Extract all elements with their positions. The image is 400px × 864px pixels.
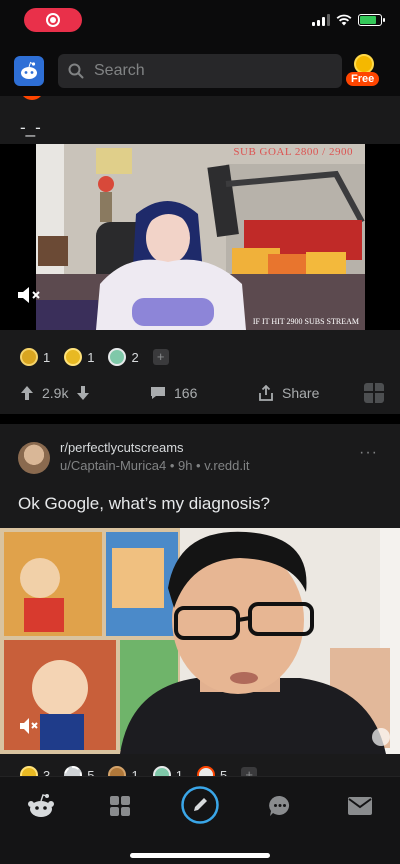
gold-award-icon xyxy=(64,348,83,366)
add-award-button[interactable]: + xyxy=(152,349,169,365)
silver-award-icon xyxy=(20,348,38,366)
snoo-icon xyxy=(21,61,37,79)
award-count: 1 xyxy=(175,767,183,777)
add-award-button[interactable]: + xyxy=(241,767,258,776)
free-coins-button[interactable]: Free xyxy=(346,52,382,88)
score: 2.9k xyxy=(42,385,69,401)
award-count: 5 xyxy=(87,767,95,777)
pencil-icon xyxy=(181,786,219,824)
post-card[interactable]: -_- SUB GOAL 2800 / 2900 IF IT HIT 2900 … xyxy=(0,96,400,414)
home-feed[interactable]: -_- SUB GOAL 2800 / 2900 IF IT HIT 2900 … xyxy=(0,96,400,776)
award[interactable]: 5 xyxy=(64,766,94,776)
video-scene xyxy=(0,528,400,754)
share-button[interactable]: Share xyxy=(258,385,319,401)
video-overlay-top: SUB GOAL 2800 / 2900 xyxy=(233,146,353,158)
mail-icon xyxy=(348,797,372,815)
mute-button[interactable] xyxy=(16,284,42,306)
subreddit-avatar[interactable] xyxy=(18,442,50,474)
comments-button[interactable]: 166 xyxy=(150,385,197,401)
bottom-tab-bar xyxy=(0,776,400,864)
video-overlay-bottom: IF IT HIT 2900 SUBS STREAM xyxy=(252,317,359,326)
subreddit-name[interactable]: r/perfectlycutscreams xyxy=(60,440,184,455)
video-frame[interactable]: SUB GOAL 2800 / 2900 IF IT HIT 2900 SUBS… xyxy=(36,144,365,330)
post-title[interactable]: Ok Google, what’s my diagnosis? xyxy=(18,494,270,514)
award[interactable]: 1 xyxy=(20,348,50,366)
burst-award-icon xyxy=(64,766,83,776)
signal-icon xyxy=(312,14,330,26)
wifi-icon xyxy=(336,14,352,26)
status-bar xyxy=(0,0,400,44)
video-scene xyxy=(36,144,365,330)
award[interactable]: 1 xyxy=(152,766,183,777)
award-count: 5 xyxy=(219,767,228,777)
free-badge: Free xyxy=(346,72,380,86)
post-separator xyxy=(0,414,400,424)
search-placeholder: Search xyxy=(94,62,145,79)
share-label: Share xyxy=(282,385,320,401)
post-header-cut xyxy=(20,96,54,100)
video-player[interactable] xyxy=(0,528,400,754)
award[interactable]: 2 xyxy=(108,348,139,366)
video-player[interactable]: SUB GOAL 2800 / 2900 IF IT HIT 2900 SUBS… xyxy=(0,144,400,330)
wholesome-award-icon xyxy=(152,766,171,776)
profile-avatar-button[interactable] xyxy=(14,56,44,86)
tab-inbox[interactable] xyxy=(345,791,375,821)
subreddit-avatar xyxy=(20,96,44,100)
award-count: 1 xyxy=(131,767,139,777)
wholesome-award-icon xyxy=(108,348,127,366)
upvote-icon[interactable] xyxy=(20,385,34,401)
speaker-muted-icon xyxy=(18,287,40,303)
post-actions: 2.9k 166 Share xyxy=(0,378,400,408)
screen-recording-indicator[interactable] xyxy=(24,8,82,32)
home-indicator[interactable] xyxy=(130,853,270,858)
post-title[interactable]: -_- xyxy=(20,118,41,138)
top-header: Search Free xyxy=(0,44,400,96)
award[interactable]: 1 xyxy=(108,766,139,777)
system-icons xyxy=(312,14,385,26)
bear-award-icon xyxy=(108,766,127,776)
awards-row[interactable]: 3 5 1 1 5 + xyxy=(20,766,258,777)
tab-chat[interactable] xyxy=(265,791,295,821)
comment-icon xyxy=(151,387,165,399)
mute-button[interactable] xyxy=(18,716,40,736)
share-icon xyxy=(259,385,273,401)
award-count: 1 xyxy=(43,349,51,365)
more-options-icon[interactable]: ··· xyxy=(359,444,378,462)
awards-row[interactable]: 1 1 2 + xyxy=(20,348,169,366)
battery-icon xyxy=(358,14,385,26)
grid-icon xyxy=(110,796,130,816)
home-snoo-icon xyxy=(28,794,54,817)
tab-create-post[interactable] xyxy=(180,785,220,825)
snoo-award-icon xyxy=(196,766,215,776)
comment-count: 166 xyxy=(174,385,198,401)
award-count: 1 xyxy=(87,349,95,365)
post-card[interactable]: r/perfectlycutscreams u/Captain-Murica4 … xyxy=(0,424,400,776)
award-count: 2 xyxy=(131,349,139,365)
award[interactable]: 5 xyxy=(196,766,228,777)
tab-communities[interactable] xyxy=(105,791,135,821)
vote-control: 2.9k xyxy=(20,385,90,401)
expand-video-icon[interactable] xyxy=(372,728,390,746)
battery-fill xyxy=(360,16,376,24)
gift-award-icon[interactable] xyxy=(364,383,384,403)
award-count: 3 xyxy=(43,767,51,777)
post-meta[interactable]: u/Captain-Murica4 • 9h • v.redd.it xyxy=(60,458,250,473)
record-icon xyxy=(46,13,60,27)
speaker-muted-icon xyxy=(20,718,38,734)
chat-icon xyxy=(269,795,290,816)
award[interactable]: 1 xyxy=(64,348,94,366)
search-bar[interactable]: Search xyxy=(58,54,342,88)
gold-award-icon xyxy=(20,766,38,776)
coin-icon xyxy=(354,54,374,74)
award[interactable]: 3 xyxy=(20,766,50,776)
tab-home[interactable] xyxy=(26,791,56,821)
downvote-icon[interactable] xyxy=(76,385,90,401)
search-icon xyxy=(68,63,84,79)
